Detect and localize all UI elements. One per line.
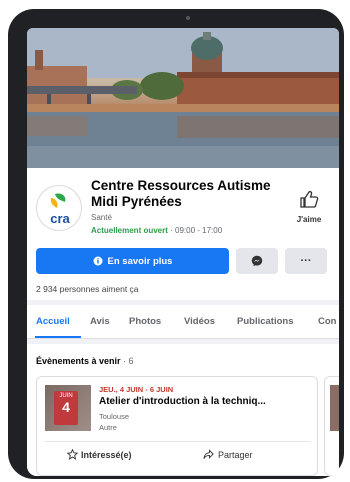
tablet-frame: cra Centre Ressources Autisme Midi Pyrén… [8,9,344,479]
learn-more-button[interactable]: En savoir plus [36,248,229,274]
event-title[interactable]: Atelier d'introduction à la techniq... [99,396,311,407]
opening-hours: · 09:00 - 17:00 [167,226,223,235]
thumbs-up-icon [300,190,319,208]
interested-button[interactable]: Intéressé(e) [67,449,132,460]
event-type: Autre [99,423,117,432]
page-title: Centre Ressources Autisme Midi Pyrénées [91,178,271,209]
interested-label: Intéressé(e) [81,449,132,460]
tab-contact[interactable]: Con [318,316,336,327]
screen: cra Centre Ressources Autisme Midi Pyrén… [27,28,339,476]
event-location: Toulouse [99,412,130,421]
share-label: Partager [218,449,253,460]
like-label: J'aime [296,215,322,224]
tab-posts[interactable]: Publications [237,316,293,327]
more-options-button[interactable]: ··· [285,248,327,274]
messenger-icon [251,255,263,267]
event-thumbnail: JUIN 4 [45,385,91,431]
star-icon [67,449,78,460]
open-label: Actuellement ouvert [91,226,168,235]
calendar-tile: JUIN 4 [54,391,78,425]
next-event-card[interactable] [324,376,339,476]
camera-dot [186,16,190,20]
page-logo[interactable]: cra [36,185,82,231]
events-heading-label: Évènements à venir [36,356,121,366]
messenger-button[interactable] [236,248,278,274]
event-date: JEU., 4 JUIN - 6 JUIN [99,385,174,394]
tab-reviews[interactable]: Avis [90,316,110,327]
like-page-button[interactable]: J'aime [289,190,329,224]
page-tabs: Accueil Avis Photos Vidéos Publications … [27,305,339,339]
info-icon [93,256,103,266]
events-count: · 6 [120,356,134,366]
upcoming-events-section: Évènements à venir · 6 JUIN 4 JEU., 4 JU… [27,344,339,476]
next-event-thumbnail [330,385,339,431]
active-tab-indicator [35,336,81,338]
learn-more-label: En savoir plus [107,255,173,267]
cover-photo[interactable] [27,28,339,168]
cover-illustration [27,28,339,168]
tab-photos[interactable]: Photos [129,316,161,327]
page-header: cra Centre Ressources Autisme Midi Pyrén… [27,168,339,300]
likes-count: 2 934 personnes aiment ça [36,284,139,294]
card-divider [45,441,311,442]
share-arrow-icon [203,449,214,459]
tab-home[interactable]: Accueil [36,316,70,327]
page-category: Santé [91,213,112,222]
share-button[interactable]: Partager [203,449,253,460]
tab-videos[interactable]: Vidéos [184,316,215,327]
logo-text: cra [50,211,70,226]
event-card[interactable]: JUIN 4 JEU., 4 JUIN - 6 JUIN Atelier d'i… [36,376,318,476]
events-heading: Évènements à venir · 6 [36,356,134,366]
open-status: Actuellement ouvert · 09:00 - 17:00 [91,226,222,235]
calendar-day: 4 [62,399,70,415]
